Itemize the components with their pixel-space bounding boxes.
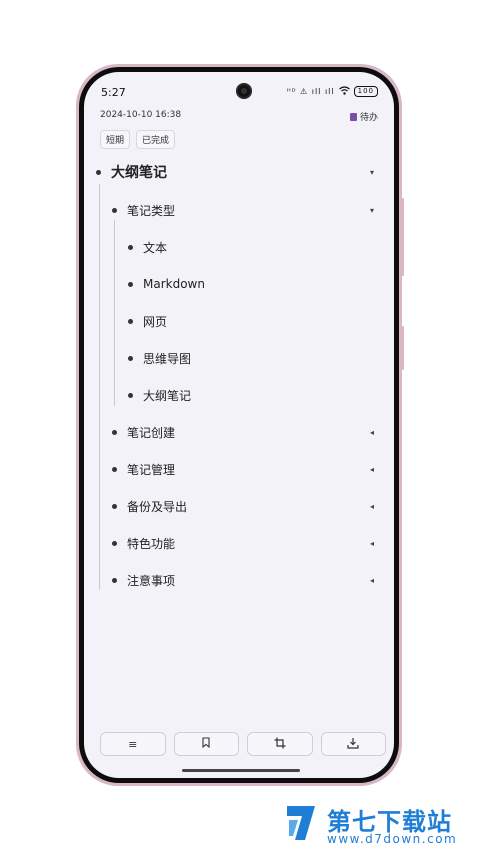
outline-node-collapsed[interactable]: 笔记管理: [112, 457, 175, 481]
site-watermark: 第七下载站 www.d7down.com: [285, 800, 475, 848]
outline-node-label: 大纲笔记: [143, 388, 192, 403]
note-date: 2024-10-10 16:38: [100, 110, 182, 120]
outline-node-collapsed[interactable]: 备份及导出: [112, 494, 187, 518]
status-bar: 5:27 ᴴᴰ ⚠ ıll ıll 100: [84, 84, 394, 102]
site-logo-icon: [285, 802, 319, 842]
list-icon: ≡: [128, 737, 138, 751]
expand-arrow-icon[interactable]: ◂: [370, 576, 374, 585]
outline-node-note-types[interactable]: 笔记类型: [112, 198, 175, 222]
tag-list: 短期 已完成: [100, 130, 176, 149]
outline-guide-level0: [99, 184, 100, 590]
expand-arrow-icon[interactable]: ◂: [370, 502, 374, 511]
download-button[interactable]: [320, 732, 386, 756]
download-icon: [347, 737, 359, 752]
outline-node-label: 笔记创建: [127, 425, 176, 440]
outline-node-label: 文本: [143, 240, 168, 255]
note-meta: 2024-10-10 16:38 待办: [100, 110, 378, 124]
bullet-icon: [112, 207, 117, 213]
expand-arrow-icon[interactable]: ◂: [370, 539, 374, 548]
outline-child-node[interactable]: 文本: [128, 235, 167, 259]
phone-frame: 5:27 ᴴᴰ ⚠ ıll ıll 100 2024-10-10 16:38 待…: [76, 64, 404, 786]
bullet-icon: [128, 392, 133, 398]
outline-child-node[interactable]: 网页: [128, 309, 167, 333]
volume-button: [401, 198, 404, 276]
todo-icon: [349, 112, 357, 121]
outline-node-label: 备份及导出: [127, 499, 188, 514]
bullet-icon: [128, 355, 133, 361]
outline-child-node[interactable]: 大纲笔记: [128, 383, 191, 407]
outline-node-label: Markdown: [143, 277, 205, 291]
bookmark-icon: [201, 737, 211, 751]
collapse-arrow-icon[interactable]: ▾: [370, 168, 374, 177]
outline-child-node[interactable]: 思维导图: [128, 346, 191, 370]
outline-root-node[interactable]: 大纲笔记: [96, 160, 167, 184]
bullet-icon: [112, 429, 117, 435]
outline-node-collapsed[interactable]: 注意事项: [112, 568, 175, 592]
bullet-icon: [112, 540, 117, 546]
home-indicator[interactable]: [182, 769, 300, 772]
outline-root-label: 大纲笔记: [111, 165, 167, 181]
outline-node-collapsed[interactable]: 特色功能: [112, 531, 175, 555]
app-screen: 5:27 ᴴᴰ ⚠ ıll ıll 100 2024-10-10 16:38 待…: [84, 72, 394, 778]
outline-node-label: 笔记类型: [127, 203, 176, 218]
bookmark-button[interactable]: [173, 732, 239, 756]
bullet-icon: [112, 466, 117, 472]
bottom-toolbar: ≡: [100, 732, 386, 756]
bullet-icon: [112, 503, 117, 509]
bullet-icon: [128, 318, 133, 324]
expand-arrow-icon[interactable]: ◂: [370, 428, 374, 437]
outline-node-label: 网页: [143, 314, 168, 329]
signal-icons: ᴴᴰ ⚠ ıll ıll: [286, 87, 335, 96]
crop-button[interactable]: [247, 732, 313, 756]
outline-guide-level1: [114, 220, 115, 406]
todo-label: 待办: [359, 113, 378, 123]
status-icons: ᴴᴰ ⚠ ıll ıll 100: [287, 86, 378, 97]
bullet-icon: [128, 281, 133, 287]
list-button[interactable]: ≡: [100, 732, 166, 756]
outline-node-label: 笔记管理: [127, 462, 176, 477]
expand-arrow-icon[interactable]: ◂: [370, 465, 374, 474]
tag-chip[interactable]: 短期: [100, 130, 131, 149]
todo-badge[interactable]: 待办: [349, 110, 378, 123]
collapse-arrow-icon[interactable]: ▾: [370, 206, 374, 215]
crop-icon: [274, 737, 286, 752]
bullet-icon: [128, 244, 133, 250]
bullet-icon: [96, 169, 101, 175]
wifi-icon: [338, 86, 350, 97]
battery-icon: 100: [353, 86, 378, 97]
outline-child-node[interactable]: Markdown: [128, 272, 205, 296]
site-url: www.d7down.com: [327, 832, 458, 846]
outline-node-collapsed[interactable]: 笔记创建: [112, 420, 175, 444]
status-time: 5:27: [101, 86, 126, 99]
power-button: [401, 326, 404, 370]
phone-bezel: 5:27 ᴴᴰ ⚠ ıll ıll 100 2024-10-10 16:38 待…: [79, 67, 399, 783]
outline-node-label: 注意事项: [127, 573, 176, 588]
bullet-icon: [112, 577, 117, 583]
outline-node-label: 思维导图: [143, 351, 192, 366]
outline-node-label: 特色功能: [127, 536, 176, 551]
tag-chip[interactable]: 已完成: [136, 130, 176, 149]
